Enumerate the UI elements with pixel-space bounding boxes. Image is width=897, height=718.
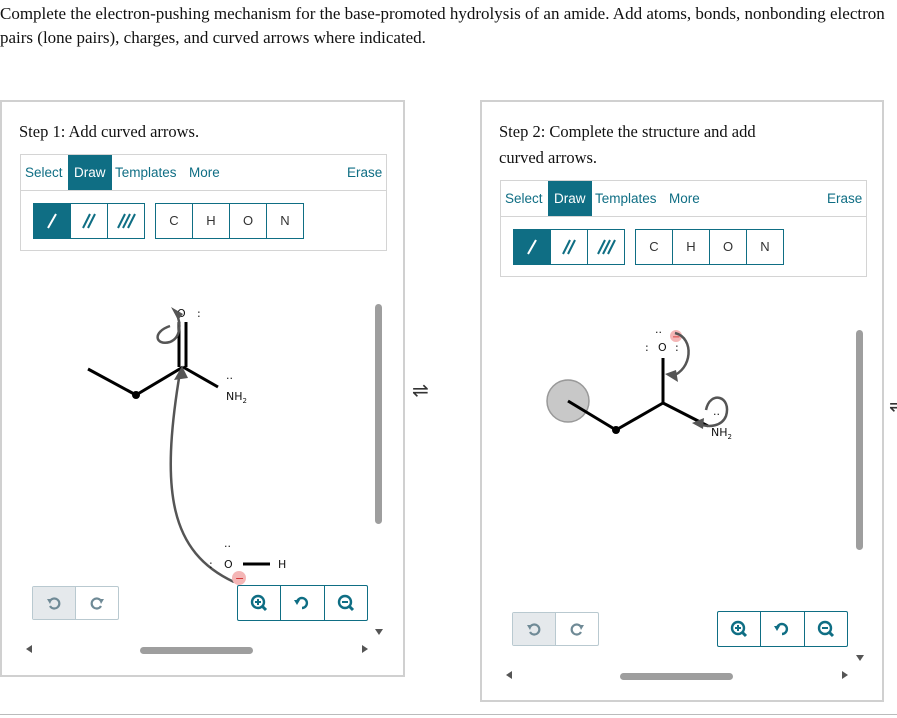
step1-label: Step 1: Add curved arrows. <box>19 122 200 141</box>
single-bond-button[interactable] <box>34 204 71 238</box>
bond[interactable] <box>182 365 219 389</box>
amine-group[interactable]: NH2 <box>711 426 732 441</box>
step2-label: Step 2: Complete the structure and add c… <box>499 122 756 167</box>
oxygen-lone-pair-top: ·· <box>655 326 662 339</box>
scroll-left-arrow[interactable] <box>506 671 512 679</box>
step1-palette: C H O N <box>20 191 387 251</box>
horizontal-scroll-thumb[interactable] <box>140 647 253 654</box>
scroll-right-arrow[interactable] <box>842 671 848 679</box>
undo-button[interactable] <box>513 613 556 645</box>
reset-zoom-icon[interactable] <box>761 612 805 646</box>
step2-toolbar: Select Draw Templates More Erase <box>500 180 867 217</box>
equilibrium-arrow: ⇌ <box>412 378 429 402</box>
hydroxide-hydrogen[interactable]: H <box>278 558 286 571</box>
atom-n-button[interactable]: N <box>747 230 783 264</box>
oxygen-atom[interactable]: O <box>658 341 667 354</box>
divider <box>0 714 897 715</box>
undo-redo-group <box>512 612 599 646</box>
draw-tool[interactable]: Draw <box>68 155 112 190</box>
zoom-out-icon[interactable] <box>805 612 847 646</box>
scroll-down-arrow[interactable] <box>375 629 383 635</box>
bond-buttons <box>513 229 625 265</box>
arrowhead <box>665 370 678 382</box>
scroll-right-arrow[interactable] <box>362 645 368 653</box>
atom-buttons: C H O N <box>155 203 304 239</box>
lone-pair[interactable]: : <box>197 307 201 320</box>
negative-charge: − <box>235 572 244 585</box>
select-tool[interactable]: Select <box>25 155 63 190</box>
nh2-lone-pair: ·· <box>713 408 720 421</box>
step2-vertical-scrollbar[interactable] <box>856 278 863 660</box>
templates-tool[interactable]: Templates <box>115 155 177 190</box>
atom-c-button[interactable]: C <box>156 204 193 238</box>
redo-button[interactable] <box>556 613 598 645</box>
zoom-controls <box>237 585 368 621</box>
atom-o-button[interactable]: O <box>710 230 747 264</box>
bond[interactable] <box>87 367 137 397</box>
step1-vertical-scrollbar[interactable] <box>375 252 382 634</box>
amine-group[interactable]: NH2 <box>226 390 247 405</box>
undo-button[interactable] <box>33 587 76 619</box>
more-tool[interactable]: More <box>669 181 700 216</box>
atom-h-button[interactable]: H <box>673 230 710 264</box>
atom-dot <box>132 391 140 399</box>
atom-dot <box>612 426 620 434</box>
select-tool[interactable]: Select <box>505 181 543 216</box>
bond-buttons <box>33 203 145 239</box>
bond[interactable] <box>615 401 664 432</box>
single-bond-button[interactable] <box>514 230 551 264</box>
scroll-thumb[interactable] <box>856 330 863 550</box>
reset-zoom-icon[interactable] <box>281 586 325 620</box>
atom-o-button[interactable]: O <box>230 204 267 238</box>
zoom-out-icon[interactable] <box>325 586 367 620</box>
atom-buttons: C H O N <box>635 229 784 265</box>
scroll-left-arrow[interactable] <box>26 645 32 653</box>
scroll-down-arrow[interactable] <box>856 655 864 661</box>
instructions: Complete the electron-pushing mechanism … <box>0 4 885 47</box>
undo-redo-group <box>32 586 119 620</box>
oxygen-left-pair: : <box>645 341 649 354</box>
step2-panel: Step 2: Complete the structure and add c… <box>480 100 884 702</box>
more-tool[interactable]: More <box>189 155 220 190</box>
atom-h-button[interactable]: H <box>193 204 230 238</box>
triple-bond-button[interactable] <box>108 204 144 238</box>
erase-tool[interactable]: Erase <box>347 155 382 190</box>
step1-toolbar: Select Draw Templates More Erase <box>20 154 387 191</box>
step1-panel: Step 1: Add curved arrows. Select Draw T… <box>0 100 405 677</box>
atom-n-button[interactable]: N <box>267 204 303 238</box>
double-bond-button[interactable] <box>551 230 588 264</box>
zoom-controls <box>717 611 848 647</box>
equilibrium-arrow-partial: ⇌ <box>889 393 897 417</box>
step2-palette: C H O N <box>500 217 867 277</box>
zoom-in-icon[interactable] <box>718 612 762 646</box>
redo-button[interactable] <box>76 587 118 619</box>
hydroxide-oxygen[interactable]: O <box>224 558 233 571</box>
scroll-thumb[interactable] <box>375 304 382 524</box>
templates-tool[interactable]: Templates <box>595 181 657 216</box>
hydroxide-left-pair: : <box>209 558 213 571</box>
draw-tool[interactable]: Draw <box>548 181 592 216</box>
atom-c-button[interactable]: C <box>636 230 673 264</box>
hydroxide-lone-pair: ·· <box>224 540 231 553</box>
erase-tool[interactable]: Erase <box>827 181 862 216</box>
triple-bond-button[interactable] <box>588 230 624 264</box>
double-bond-button[interactable] <box>71 204 108 238</box>
zoom-in-icon[interactable] <box>238 586 282 620</box>
horizontal-scroll-thumb[interactable] <box>620 673 733 680</box>
nh2-lone-pair: ·· <box>226 372 233 385</box>
